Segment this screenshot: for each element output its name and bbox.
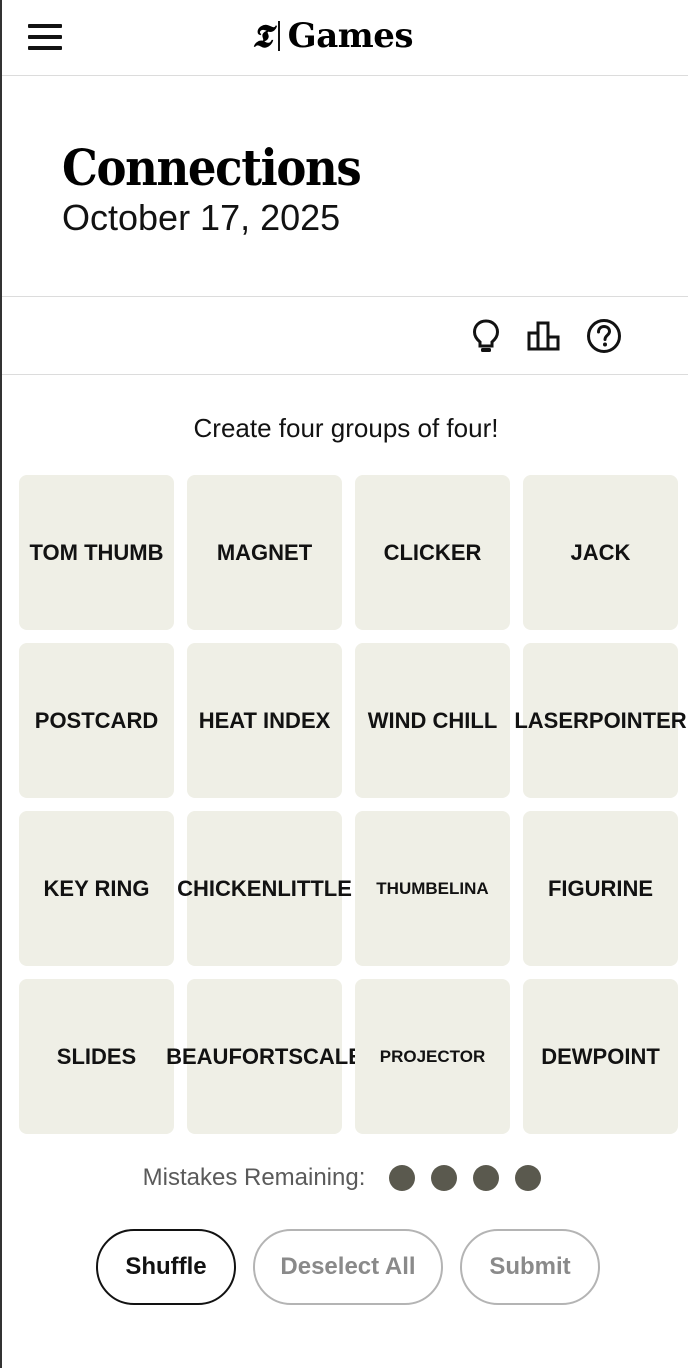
word-tile-label: LITTLE (277, 875, 352, 901)
word-tile-label: POINTER (588, 707, 687, 733)
word-tile[interactable]: LASER POINTER (514, 643, 687, 798)
word-tile-label: MAGNET (216, 539, 313, 565)
word-tile-label: SLIDES (56, 1043, 137, 1069)
leaderboard-icon[interactable] (524, 316, 564, 356)
top-bar: 𝕿 Games (2, 0, 688, 76)
menu-icon[interactable] (28, 24, 62, 50)
mistakes-label: Mistakes Remaining: (142, 1164, 366, 1191)
word-tile[interactable]: TOM THUMB (19, 475, 174, 630)
word-tile-label: CLICKER (383, 539, 482, 565)
divider (2, 296, 688, 297)
word-tile[interactable]: BEAUFORT SCALE (166, 979, 363, 1134)
word-tile[interactable]: PROJECTOR (355, 979, 510, 1134)
word-tile[interactable]: JACK (523, 475, 678, 630)
word-tile[interactable]: WIND CHILL (355, 643, 510, 798)
word-tile-label: DEWPOINT (541, 1043, 660, 1069)
submit-button[interactable]: Submit (460, 1229, 600, 1305)
games-logo-text: Games (287, 16, 414, 56)
instructions-text: Create four groups of four! (193, 413, 499, 443)
mistake-dot (431, 1165, 458, 1191)
word-tile-label: HEAT INDEX (198, 707, 331, 733)
puzzle-date: October 17, 2025 (62, 197, 341, 238)
word-tile[interactable]: MAGNET (187, 475, 342, 630)
word-tile-label: CHICKEN (177, 875, 278, 901)
mistakes-indicator: Mistakes Remaining: (2, 1158, 688, 1198)
word-tile-label: POSTCARD (34, 707, 159, 733)
word-tile-label: JACK (570, 539, 631, 565)
nyt-games-logo[interactable]: 𝕿 Games (252, 16, 413, 56)
divider (2, 374, 688, 375)
word-tile-label: FIGURINE (547, 875, 654, 901)
nyt-logo-mark: 𝕿 (252, 17, 272, 55)
word-tile-label: THUMBELINA (376, 878, 489, 898)
word-tile-label: LASER (514, 707, 589, 733)
app-frame: 𝕿 Games Connections October 17, 2025 Cre… (0, 0, 688, 1368)
mistake-dot (389, 1165, 416, 1191)
word-tile[interactable]: DEWPOINT (523, 979, 678, 1134)
word-tile-label: KEY RING (43, 875, 150, 901)
word-tile[interactable]: CLICKER (355, 475, 510, 630)
word-tile-label: TOM THUMB (29, 539, 164, 565)
word-tile-label: PROJECTOR (379, 1046, 486, 1066)
word-tile[interactable]: HEAT INDEX (187, 643, 342, 798)
word-tile[interactable]: CHICKEN LITTLE (177, 811, 352, 966)
word-tile[interactable]: POSTCARD (19, 643, 174, 798)
lightbulb-icon[interactable] (466, 316, 506, 356)
shuffle-button[interactable]: Shuffle (96, 1229, 236, 1305)
word-tile[interactable]: THUMBELINA (355, 811, 510, 966)
help-icon[interactable] (584, 316, 624, 356)
page-title: Connections (62, 138, 362, 197)
deselect-all-button[interactable]: Deselect All (253, 1229, 443, 1305)
word-tile-label: WIND CHILL (367, 707, 498, 733)
mistake-dot (515, 1165, 542, 1191)
mistake-dots (381, 1165, 549, 1191)
logo-divider (277, 21, 280, 51)
word-tile[interactable]: SLIDES (19, 979, 174, 1134)
word-tile[interactable]: KEY RING (19, 811, 174, 966)
word-tile-label: BEAUFORT (166, 1043, 289, 1069)
word-tile[interactable]: FIGURINE (523, 811, 678, 966)
mistake-dot (473, 1165, 500, 1191)
word-tile-label: SCALE (288, 1043, 363, 1069)
word-grid: TOM THUMB MAGNET CLICKER JACK POSTCARD HEAT I… (19, 475, 687, 1134)
